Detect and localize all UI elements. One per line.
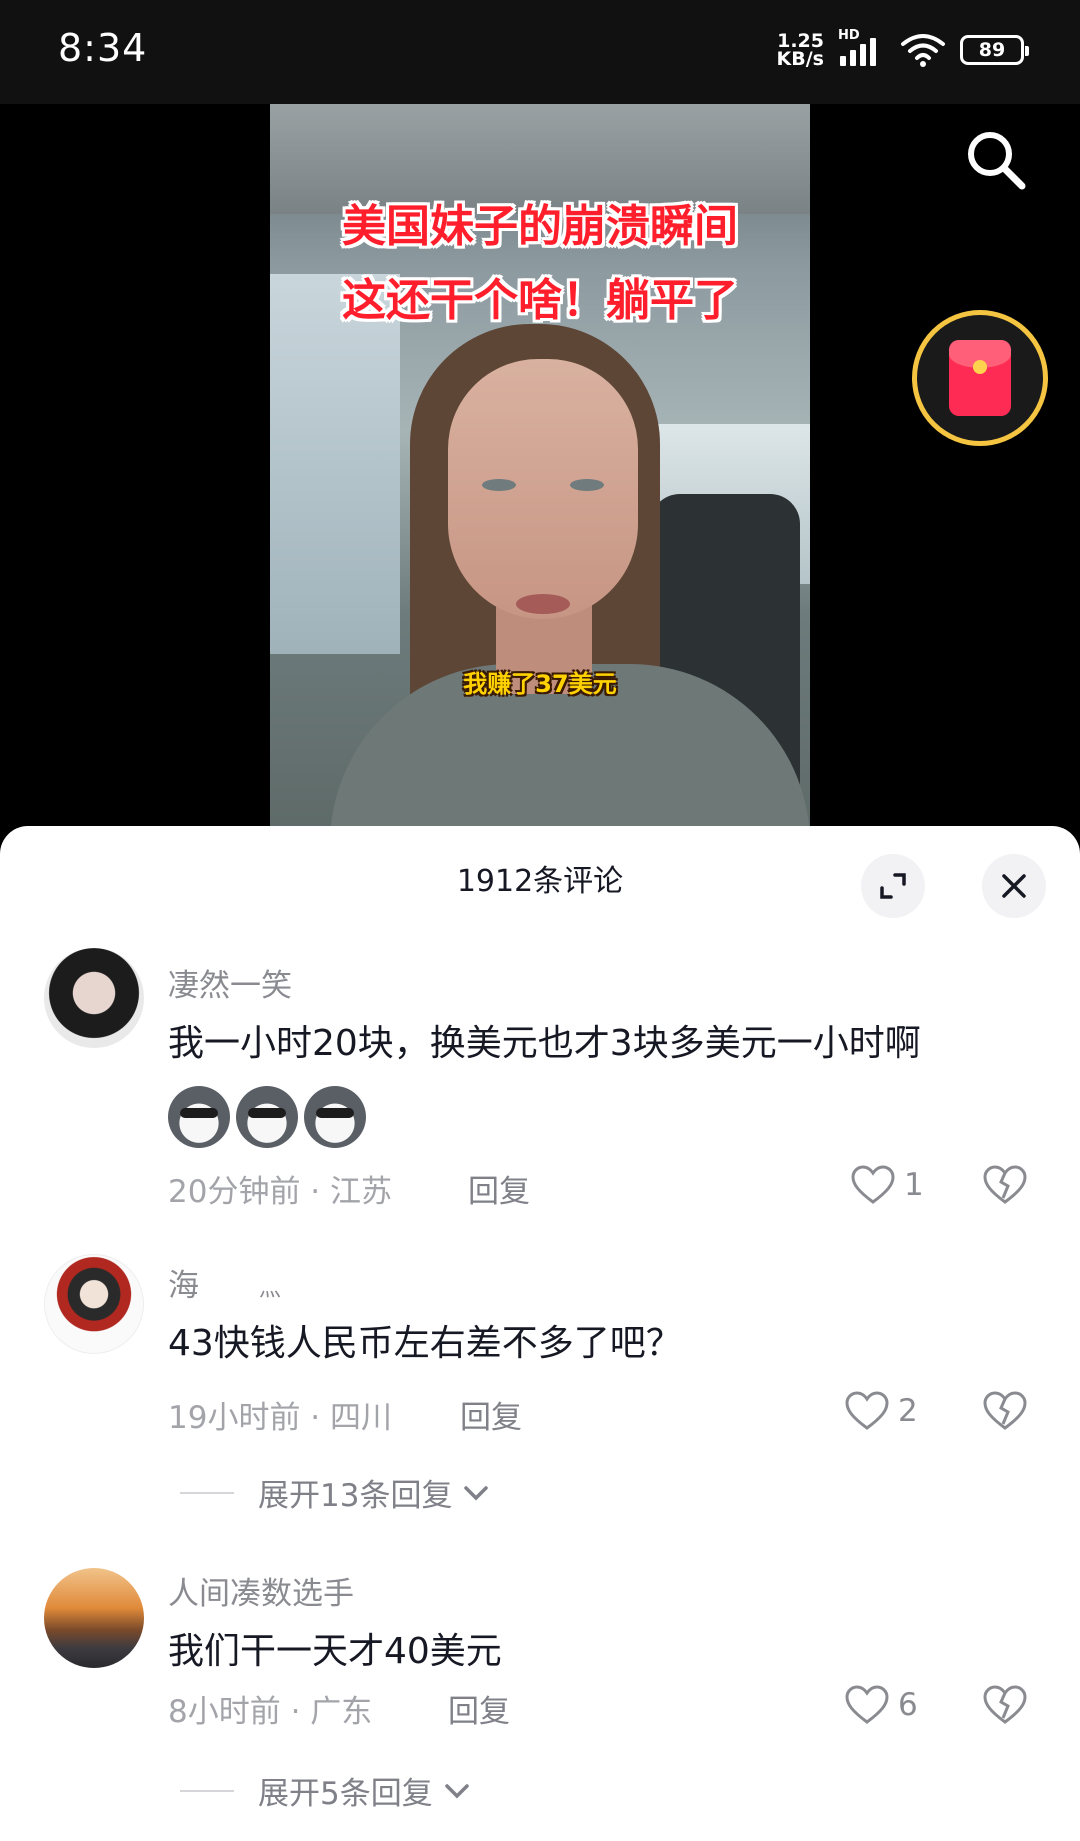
- expand-button[interactable]: [861, 854, 925, 918]
- red-packet-icon: [949, 340, 1011, 416]
- person-eye-right: [570, 479, 604, 491]
- search-icon: [968, 132, 1026, 190]
- dislike-icon[interactable]: [982, 1164, 1028, 1206]
- comments-panel: 1912条评论 凄然一笑 我一小时20块，换美元也才3块多美元一小时啊 20分钟…: [0, 826, 1080, 1841]
- chevron-down-icon: [444, 1783, 469, 1798]
- comment-meta: 20分钟前 · 江苏: [168, 1174, 393, 1210]
- wifi-icon: [901, 34, 945, 67]
- like-button[interactable]: 6: [844, 1684, 918, 1726]
- heart-icon: [845, 1391, 889, 1430]
- comment-username-suffix: 灬: [258, 1277, 281, 1302]
- video-subtitle: 我赚了37美元: [463, 670, 617, 698]
- comment-username[interactable]: 人间凑数选手: [168, 1568, 354, 1613]
- like-button[interactable]: 1: [850, 1164, 924, 1206]
- car-window-left: [270, 274, 400, 654]
- signal-icon: HD: [838, 28, 886, 68]
- signal-bars: [840, 38, 876, 66]
- comment-text: 我一小时20块，换美元也才3块多美元一小时啊: [168, 1023, 921, 1064]
- heart-icon: [845, 1685, 889, 1724]
- comment-meta: 8小时前 · 广东: [168, 1694, 373, 1730]
- reply-button[interactable]: 回复: [468, 1166, 530, 1211]
- chevron-down-icon: [464, 1485, 489, 1500]
- expand-replies-button[interactable]: 展开5条回复: [180, 1768, 471, 1813]
- close-icon: [1002, 874, 1026, 898]
- video-player[interactable]: 美国妹子的崩溃瞬间 这还干个啥！躺平了 我赚了37美元: [0, 104, 1080, 834]
- dislike-icon[interactable]: [982, 1390, 1028, 1432]
- like-count: 1: [904, 1167, 924, 1203]
- status-time: 8:34: [58, 26, 148, 70]
- divider-line: [180, 1491, 234, 1494]
- dog-emoji-icon: [304, 1086, 366, 1148]
- avatar[interactable]: [44, 948, 144, 1048]
- heart-icon: [851, 1165, 895, 1204]
- dog-emoji-icon: [168, 1086, 230, 1148]
- network-speed: 1.25 KB/s: [776, 32, 824, 70]
- red-packet-button[interactable]: [912, 310, 1048, 446]
- comment-text: 43快钱人民币左右差不多了吧？: [168, 1323, 682, 1364]
- expand-replies-button[interactable]: 展开13条回复: [180, 1470, 490, 1515]
- network-speed-unit: KB/s: [776, 48, 824, 70]
- person-eye-left: [482, 479, 516, 491]
- comment-username[interactable]: 海 灬: [168, 1260, 281, 1305]
- like-count: 6: [898, 1687, 918, 1723]
- video-frame: 美国妹子的崩溃瞬间 这还干个啥！躺平了 我赚了37美元: [270, 104, 810, 834]
- divider-line: [180, 1789, 234, 1792]
- comment-username[interactable]: 凄然一笑: [168, 960, 292, 1005]
- person-face: [448, 359, 638, 619]
- expand-replies-label: 展开13条回复: [258, 1478, 453, 1514]
- video-overlay-title-1: 美国妹子的崩溃瞬间: [342, 201, 738, 252]
- comment-text: 我们干一天才40美元: [168, 1631, 502, 1672]
- reply-button[interactable]: 回复: [460, 1392, 522, 1437]
- comment-meta: 19小时前 · 四川: [168, 1400, 393, 1436]
- status-indicators: 1.25 KB/s HD 89: [776, 28, 1029, 72]
- video-overlay-title-2: 这还干个啥！躺平了: [342, 275, 738, 326]
- avatar[interactable]: [44, 1568, 144, 1668]
- like-count: 2: [898, 1393, 918, 1429]
- status-bar: 8:34 1.25 KB/s HD 89: [0, 0, 1080, 104]
- battery-icon: 89: [960, 35, 1029, 65]
- comment-emojis: [168, 1086, 366, 1148]
- search-button[interactable]: [960, 124, 1032, 196]
- comment-username-main: 海: [168, 1268, 199, 1304]
- like-button[interactable]: 2: [844, 1390, 918, 1432]
- close-button[interactable]: [982, 854, 1046, 918]
- expand-replies-label: 展开5条回复: [258, 1776, 433, 1812]
- dislike-icon[interactable]: [982, 1684, 1028, 1726]
- reply-button[interactable]: 回复: [448, 1686, 510, 1731]
- battery-level: 89: [978, 39, 1006, 61]
- person-mouth: [516, 594, 570, 614]
- avatar[interactable]: [44, 1254, 144, 1354]
- dog-emoji-icon: [236, 1086, 298, 1148]
- expand-icon: [880, 873, 906, 899]
